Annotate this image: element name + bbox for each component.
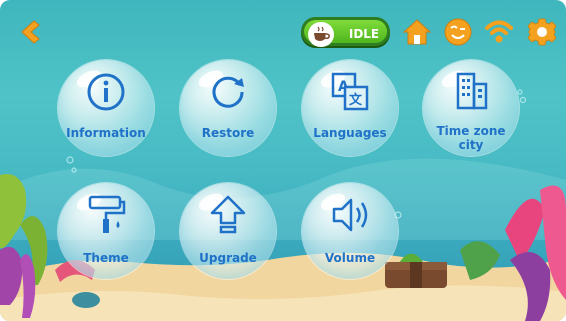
face-icon[interactable] bbox=[443, 17, 473, 47]
menu-item-label: Information bbox=[66, 126, 146, 140]
menu-item-information[interactable]: Information bbox=[58, 60, 154, 156]
menu-item-upgrade[interactable]: Upgrade bbox=[180, 183, 276, 279]
wifi-icon[interactable] bbox=[484, 17, 514, 47]
svg-text:文: 文 bbox=[349, 92, 363, 108]
menu-item-volume[interactable]: Volume bbox=[302, 183, 398, 279]
tea-cup-icon bbox=[308, 22, 334, 47]
building-icon bbox=[456, 72, 488, 110]
menu-item-languages[interactable]: A 文 Languages bbox=[302, 60, 398, 156]
paint-roller-icon bbox=[88, 195, 126, 233]
back-chevron-icon[interactable] bbox=[16, 18, 44, 46]
menu-item-time-zone-city[interactable]: Time zone city bbox=[423, 60, 519, 156]
info-icon bbox=[87, 73, 125, 111]
gear-icon[interactable] bbox=[527, 17, 557, 47]
translate-icon: A 文 bbox=[331, 72, 369, 111]
menu-item-label: Theme bbox=[83, 251, 129, 265]
menu-item-label: Languages bbox=[313, 126, 387, 140]
settings-screen: IDLE Information Restore A 文 Languages T… bbox=[0, 0, 566, 321]
menu-item-restore[interactable]: Restore bbox=[180, 60, 276, 156]
menu-item-label: Volume bbox=[324, 251, 376, 265]
status-label: IDLE bbox=[348, 27, 380, 41]
menu-item-label: Restore bbox=[201, 126, 255, 140]
upgrade-arrow-icon bbox=[210, 195, 246, 234]
top-bar: IDLE bbox=[0, 0, 566, 60]
menu-item-theme[interactable]: Theme bbox=[58, 183, 154, 279]
home-icon[interactable] bbox=[402, 17, 432, 47]
menu-item-label: Upgrade bbox=[199, 251, 257, 265]
status-pill: IDLE bbox=[301, 17, 390, 47]
menu-item-label: Time zone city bbox=[436, 124, 506, 152]
refresh-icon bbox=[212, 76, 244, 108]
speaker-icon bbox=[332, 198, 368, 232]
